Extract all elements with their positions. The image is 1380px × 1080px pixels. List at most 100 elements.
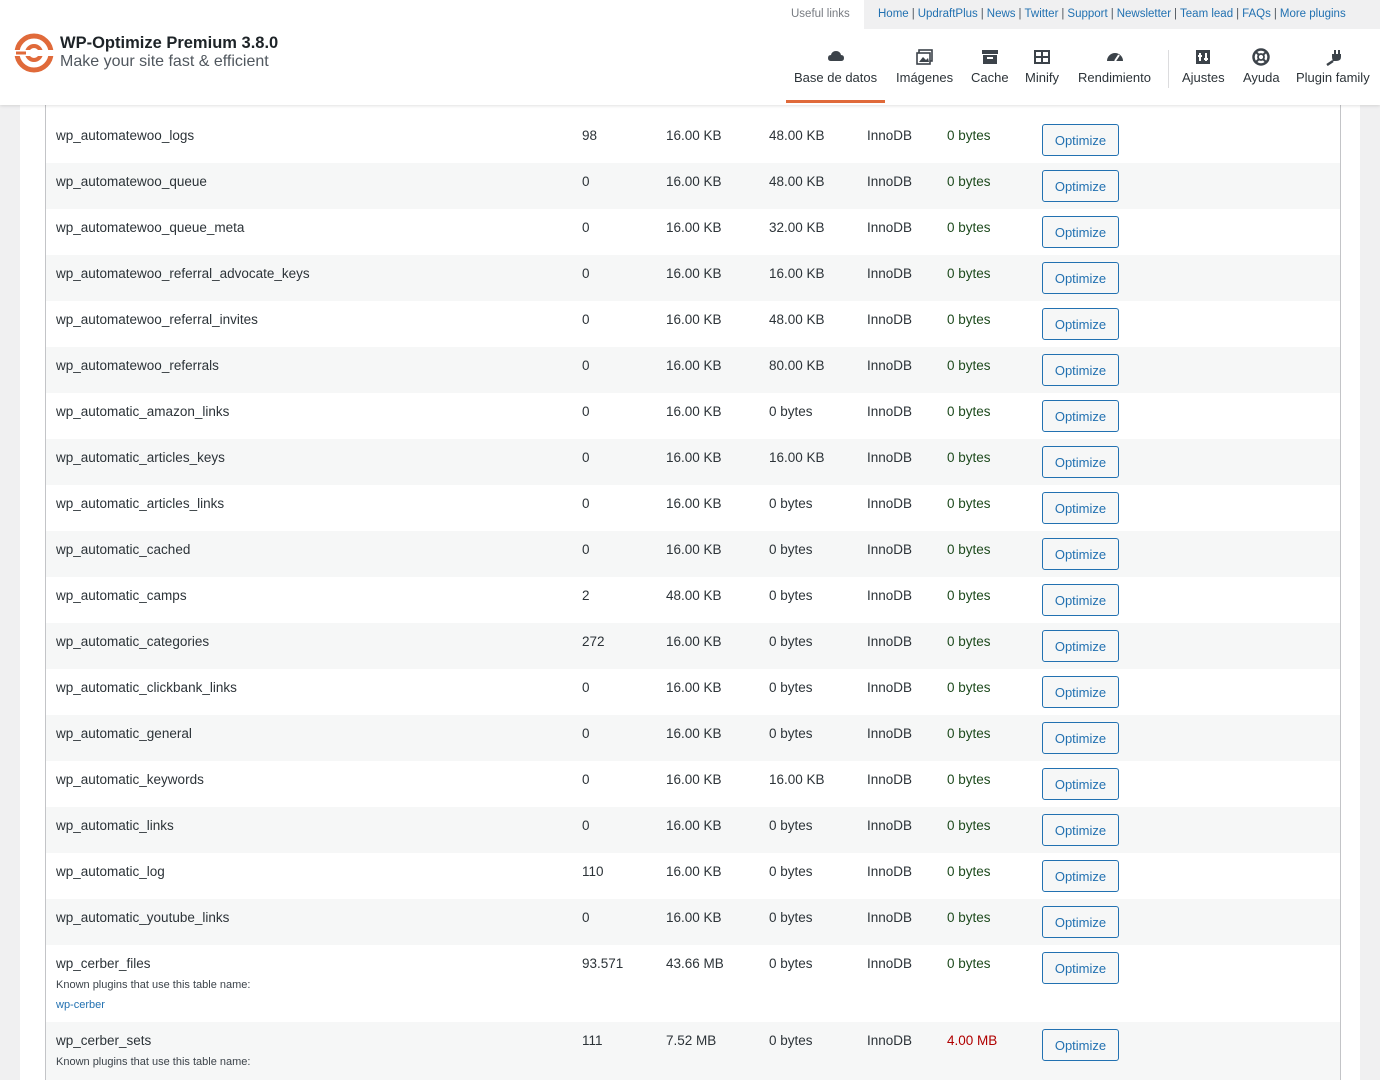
table-type-cell: InnoDB bbox=[867, 864, 913, 879]
optimize-button[interactable]: Optimize bbox=[1042, 1029, 1119, 1061]
table-type-cell: InnoDB bbox=[867, 726, 913, 741]
optimize-button[interactable]: Optimize bbox=[1042, 860, 1119, 892]
database-tables-list: wp_automatewoo_logs 98 16.00 KB 48.00 KB Inn… bbox=[45, 0, 1341, 1080]
data-size-cell: 7.52 MB bbox=[666, 1033, 717, 1048]
link-more-plugins[interactable]: More plugins bbox=[1280, 8, 1346, 20]
table-type-cell: InnoDB bbox=[867, 220, 913, 235]
data-size-cell: 16.00 KB bbox=[666, 174, 722, 189]
table-name-cell: wp_automatic_youtube_links bbox=[56, 910, 230, 925]
table-type-cell: InnoDB bbox=[867, 910, 913, 925]
optimize-button[interactable]: Optimize bbox=[1042, 354, 1119, 386]
table-row: wp_automatewoo_referral_invites 0 16.00 KB… bbox=[46, 301, 1340, 347]
data-size-cell: 16.00 KB bbox=[666, 266, 722, 281]
records-cell: 111 bbox=[582, 1033, 603, 1048]
link-news[interactable]: News bbox=[987, 8, 1016, 20]
data-size-cell: 16.00 KB bbox=[666, 542, 722, 557]
optimize-button[interactable]: Optimize bbox=[1042, 906, 1119, 938]
optimize-button[interactable]: Optimize bbox=[1042, 630, 1119, 662]
link-updraftplus[interactable]: UpdraftPlus bbox=[918, 8, 978, 20]
link-team-lead[interactable]: Team lead bbox=[1180, 8, 1233, 20]
link-support[interactable]: Support bbox=[1067, 8, 1107, 20]
data-size-cell: 16.00 KB bbox=[666, 680, 722, 695]
optimize-button[interactable]: Optimize bbox=[1042, 722, 1119, 754]
index-size-cell: 80.00 KB bbox=[769, 358, 825, 373]
table-row: wp_automatic_clickbank_links 0 16.00 KB 0 b… bbox=[46, 669, 1340, 715]
optimize-button[interactable]: Optimize bbox=[1042, 492, 1119, 524]
records-cell: 110 bbox=[582, 864, 604, 879]
records-cell: 0 bbox=[582, 542, 590, 557]
data-size-cell: 16.00 KB bbox=[666, 634, 722, 649]
overhead-cell: 0 bytes bbox=[947, 634, 991, 649]
known-plugins-label: Known plugins that use this table name: bbox=[56, 1056, 251, 1068]
tab-database[interactable]: Base de datos bbox=[785, 48, 886, 103]
records-cell: 0 bbox=[582, 680, 590, 695]
index-size-cell: 0 bytes bbox=[769, 588, 813, 603]
data-size-cell: 43.66 MB bbox=[666, 956, 724, 971]
table-row: wp_automatewoo_logs 98 16.00 KB 48.00 KB Inn… bbox=[46, 117, 1340, 163]
wp-optimize-logo-icon bbox=[14, 33, 54, 73]
data-size-cell: 16.00 KB bbox=[666, 772, 722, 787]
optimize-button[interactable]: Optimize bbox=[1042, 952, 1119, 984]
data-size-cell: 16.00 KB bbox=[666, 910, 722, 925]
table-body: wp_automatewoo_logs 98 16.00 KB 48.00 KB Inn… bbox=[46, 117, 1340, 1080]
overhead-cell: 0 bytes bbox=[947, 312, 991, 327]
table-row: wp_automatic_log 110 16.00 KB 0 bytes InnoDB… bbox=[46, 853, 1340, 899]
optimize-button[interactable]: Optimize bbox=[1042, 124, 1119, 156]
index-size-cell: 16.00 KB bbox=[769, 772, 825, 787]
records-cell: 272 bbox=[582, 634, 605, 649]
index-size-cell: 0 bytes bbox=[769, 726, 813, 741]
optimize-button[interactable]: Optimize bbox=[1042, 308, 1119, 340]
table-row: wp_automatic_amazon_links 0 16.00 KB 0 byte… bbox=[46, 393, 1340, 439]
optimize-button[interactable]: Optimize bbox=[1042, 768, 1119, 800]
table-row: wp_automatewoo_queue_meta 0 16.00 KB 32.00 … bbox=[46, 209, 1340, 255]
overhead-cell: 0 bytes bbox=[947, 404, 991, 419]
index-size-cell: 0 bytes bbox=[769, 818, 813, 833]
link-home[interactable]: Home bbox=[878, 8, 909, 20]
overhead-cell: 0 bytes bbox=[947, 772, 991, 787]
link-twitter[interactable]: Twitter bbox=[1025, 8, 1059, 20]
overhead-cell: 0 bytes bbox=[947, 680, 991, 695]
optimize-button[interactable]: Optimize bbox=[1042, 216, 1119, 248]
table-row: wp_automatic_keywords 0 16.00 KB 16.00 KB In… bbox=[46, 761, 1340, 807]
records-cell: 0 bbox=[582, 266, 590, 281]
table-type-cell: InnoDB bbox=[867, 266, 913, 281]
records-cell: 0 bbox=[582, 174, 590, 189]
known-plugins-label: Known plugins that use this table name: bbox=[56, 979, 251, 991]
table-row: wp_automatic_youtube_links 0 16.00 KB 0 byt… bbox=[46, 899, 1340, 945]
tab-settings[interactable]: Ajustes bbox=[1182, 48, 1225, 85]
records-cell: 0 bbox=[582, 312, 590, 327]
overhead-cell: 4.00 MB bbox=[947, 1033, 998, 1048]
optimize-button[interactable]: Optimize bbox=[1042, 676, 1119, 708]
optimize-button[interactable]: Optimize bbox=[1042, 170, 1119, 202]
optimize-button[interactable]: Optimize bbox=[1042, 400, 1119, 432]
link-newsletter[interactable]: Newsletter bbox=[1117, 8, 1171, 20]
optimize-button[interactable]: Optimize bbox=[1042, 262, 1119, 294]
table-name-cell: wp_automatic_amazon_links bbox=[56, 404, 230, 419]
index-size-cell: 16.00 KB bbox=[769, 450, 825, 465]
plugin-link[interactable]: wp-cerber bbox=[56, 999, 105, 1011]
index-size-cell: 0 bytes bbox=[769, 496, 813, 511]
optimize-button[interactable]: Optimize bbox=[1042, 814, 1119, 846]
optimize-button[interactable]: Optimize bbox=[1042, 538, 1119, 570]
data-size-cell: 16.00 KB bbox=[666, 818, 722, 833]
tab-performance[interactable]: Rendimiento bbox=[1078, 48, 1151, 85]
performance-icon bbox=[1106, 53, 1123, 62]
tab-minify[interactable]: Minify bbox=[1025, 48, 1059, 85]
table-row: wp_automatic_articles_keys 0 16.00 KB 16.00… bbox=[46, 439, 1340, 485]
tab-plugin-family[interactable]: Plugin family bbox=[1296, 48, 1370, 85]
link-faqs[interactable]: FAQs bbox=[1242, 8, 1271, 20]
optimize-button[interactable]: Optimize bbox=[1042, 584, 1119, 616]
overhead-cell: 0 bytes bbox=[947, 910, 991, 925]
tab-cache[interactable]: Cache bbox=[971, 48, 1009, 85]
tab-images[interactable]: Imágenes bbox=[896, 48, 953, 85]
table-row: wp_automatic_cached 0 16.00 KB 0 bytes InnoD… bbox=[46, 531, 1340, 577]
overhead-cell: 0 bytes bbox=[947, 726, 991, 741]
overhead-cell: 0 bytes bbox=[947, 128, 991, 143]
optimize-button[interactable]: Optimize bbox=[1042, 446, 1119, 478]
tab-help[interactable]: Ayuda bbox=[1243, 48, 1280, 85]
table-row: wp_automatic_links 0 16.00 KB 0 bytes InnoDB… bbox=[46, 807, 1340, 853]
images-icon bbox=[915, 49, 933, 65]
table-name-cell: wp_automatic_log bbox=[56, 864, 165, 879]
index-size-cell: 0 bytes bbox=[769, 910, 813, 925]
records-cell: 0 bbox=[582, 726, 590, 741]
